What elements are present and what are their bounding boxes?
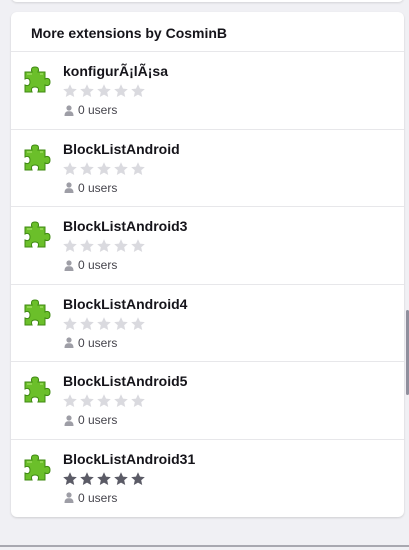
star-empty-icon (97, 84, 111, 97)
extension-list-item[interactable]: BlockListAndroid31 0 users (11, 440, 404, 518)
rating-stars (62, 161, 146, 177)
user-icon (64, 337, 74, 348)
puzzle-piece-icon (24, 298, 51, 325)
star-empty-icon (131, 239, 145, 252)
extension-list-item[interactable]: BlockListAndroid 0 users (11, 130, 404, 207)
user-icon (64, 104, 74, 116)
user-count-text: 0 users (78, 413, 118, 427)
rating-stars (62, 83, 146, 99)
rating-stars (62, 471, 146, 487)
user-icon (64, 259, 74, 271)
star-empty-icon (114, 239, 128, 252)
star-empty-icon (131, 316, 145, 330)
extension-name-link[interactable]: BlockListAndroid3 (63, 218, 187, 234)
user-icon (64, 492, 74, 503)
star-empty-icon (131, 84, 145, 97)
user-count-text: 0 users (78, 103, 118, 117)
extension-name-link[interactable]: BlockListAndroid4 (63, 296, 187, 312)
star-empty-icon (80, 84, 94, 97)
star-empty-icon (63, 84, 77, 97)
user-count: 0 users (64, 413, 117, 427)
star-empty-icon (114, 394, 128, 407)
previous-section-card (11, 0, 404, 2)
star-empty-icon (63, 239, 77, 252)
star-empty-icon (80, 316, 94, 330)
star-empty-icon (63, 394, 77, 407)
star-empty-icon (114, 84, 128, 97)
star-filled-icon (63, 471, 77, 485)
puzzle-piece-icon (24, 143, 51, 170)
user-icon (64, 182, 74, 193)
window-bottom-edge (0, 545, 409, 547)
user-count: 0 users (64, 181, 117, 195)
star-empty-icon (80, 394, 94, 407)
extension-list-item[interactable]: BlockListAndroid5 0 users (11, 362, 404, 440)
extension-name-link[interactable]: BlockListAndroid31 (63, 451, 195, 467)
extension-list-item[interactable]: konfigurÃ¡lÃ¡sa 0 users (11, 52, 404, 130)
star-empty-icon (80, 161, 94, 175)
extension-list: konfigurÃ¡lÃ¡sa 0 users BlockListAndroid… (11, 52, 404, 517)
star-empty-icon (80, 239, 94, 252)
extension-name-link[interactable]: BlockListAndroid5 (63, 373, 187, 389)
extension-name-link[interactable]: konfigurÃ¡lÃ¡sa (63, 63, 168, 79)
more-extensions-card: More extensions by CosminB konfigurÃ¡lÃ¡… (11, 12, 404, 517)
user-count: 0 users (64, 103, 117, 117)
extension-list-item[interactable]: BlockListAndroid4 0 users (11, 285, 404, 362)
user-count-text: 0 users (78, 335, 118, 350)
user-count: 0 users (64, 336, 117, 350)
star-empty-icon (97, 316, 111, 330)
star-empty-icon (131, 394, 145, 407)
rating-stars (62, 316, 146, 332)
rating-stars (62, 238, 146, 254)
star-filled-icon (80, 471, 94, 485)
extension-list-item[interactable]: BlockListAndroid3 0 users (11, 207, 404, 285)
user-count: 0 users (64, 491, 117, 505)
star-filled-icon (131, 471, 145, 485)
star-filled-icon (97, 471, 111, 485)
star-empty-icon (114, 316, 128, 330)
star-empty-icon (114, 161, 128, 175)
user-count: 0 users (64, 258, 117, 272)
puzzle-piece-icon (24, 66, 51, 93)
star-empty-icon (97, 161, 111, 175)
user-icon (64, 414, 74, 426)
user-count-text: 0 users (78, 180, 118, 195)
extension-name-link[interactable]: BlockListAndroid (63, 141, 180, 157)
star-empty-icon (63, 316, 77, 330)
puzzle-piece-icon (24, 376, 51, 403)
star-empty-icon (97, 239, 111, 252)
puzzle-piece-icon (24, 453, 51, 480)
star-empty-icon (97, 394, 111, 407)
section-title: More extensions by CosminB (11, 12, 404, 52)
user-count-text: 0 users (78, 490, 118, 505)
puzzle-piece-icon (24, 221, 51, 248)
star-empty-icon (63, 161, 77, 175)
rating-stars (62, 393, 146, 409)
star-filled-icon (114, 471, 128, 485)
user-count-text: 0 users (78, 258, 118, 272)
star-empty-icon (131, 161, 145, 175)
